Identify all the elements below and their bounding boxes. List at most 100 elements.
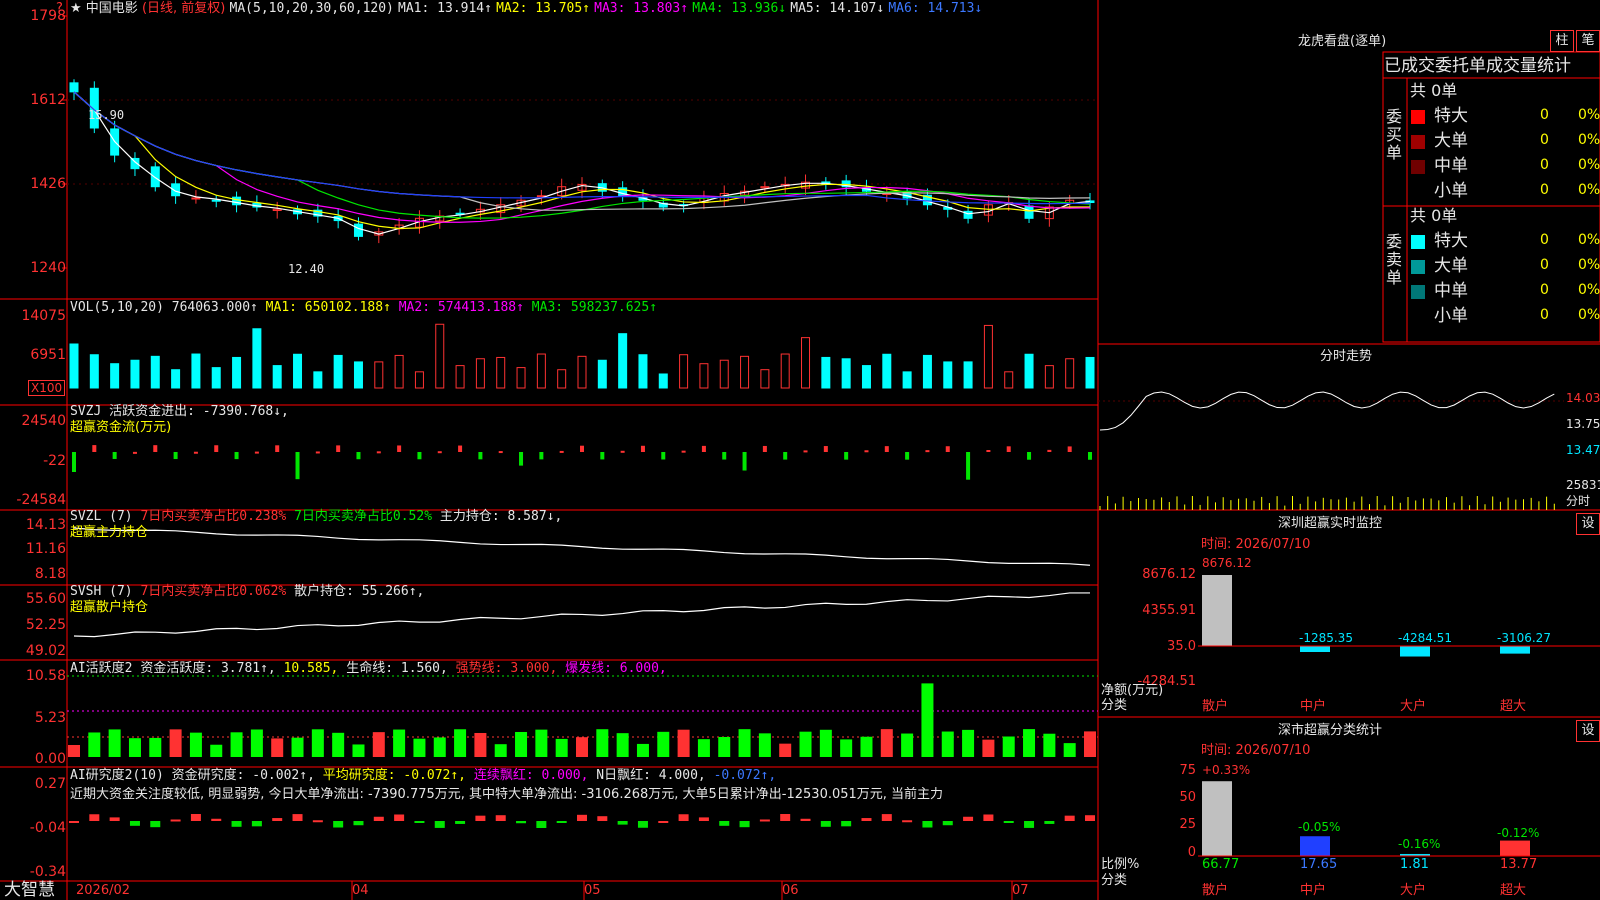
svsh-tick: 49.02 bbox=[25, 643, 66, 659]
activity-bar bbox=[555, 738, 568, 757]
activity-bar bbox=[1063, 743, 1076, 757]
sz-monitor-settings-button[interactable]: 设 bbox=[1576, 513, 1600, 535]
svzl-header: SVZL (7) 7日内买卖净占比0.238% 7日内买卖净占比0.52% 主力… bbox=[70, 509, 563, 524]
sell-row-swatch bbox=[1411, 235, 1425, 249]
research-bar bbox=[89, 814, 100, 821]
volume-bar bbox=[760, 369, 770, 389]
class-ratio-bar bbox=[1300, 836, 1330, 856]
volume-bar bbox=[333, 354, 343, 389]
buy-row-pct: 0% bbox=[1578, 182, 1600, 198]
activity-bar bbox=[494, 744, 507, 757]
sz-class-settings-button[interactable]: 设 bbox=[1576, 720, 1600, 742]
intraday-unit: 分时 bbox=[1566, 494, 1591, 508]
volume-bar bbox=[69, 343, 79, 389]
activity-bar bbox=[1084, 731, 1096, 757]
volume-bar bbox=[536, 353, 546, 389]
flow-bar bbox=[1006, 446, 1011, 452]
main-chart-canvas[interactable] bbox=[0, 0, 1600, 900]
research-bar bbox=[922, 821, 933, 828]
svzj-tick: 24540 bbox=[21, 413, 66, 429]
flow-bar bbox=[803, 450, 808, 453]
ai-active-tick: 10.58 bbox=[25, 668, 66, 684]
flow-bar bbox=[925, 450, 930, 453]
volume-bar bbox=[861, 365, 871, 389]
research-bar bbox=[190, 814, 201, 821]
flow-bar bbox=[193, 451, 198, 454]
activity-bar bbox=[819, 729, 832, 757]
research-bar bbox=[353, 821, 364, 826]
research-bar bbox=[637, 821, 648, 828]
research-bar bbox=[292, 814, 303, 821]
sz-monitor-value: -3106.27 bbox=[1497, 631, 1551, 645]
activity-bar bbox=[454, 729, 467, 757]
volume-bar bbox=[1044, 365, 1054, 389]
activity-bar bbox=[149, 737, 162, 757]
svzl-tick: 14.13 bbox=[25, 517, 66, 533]
sz-monitor-value: 8676.12 bbox=[1202, 556, 1252, 570]
volume-bar bbox=[150, 355, 160, 389]
flow-bar bbox=[539, 452, 544, 460]
stock-name[interactable]: 中国电影 bbox=[86, 1, 138, 16]
activity-bar bbox=[271, 738, 284, 757]
volume-bar bbox=[922, 354, 932, 389]
sell-row-swatch bbox=[1411, 310, 1425, 324]
activity-bar bbox=[962, 729, 975, 757]
buy-row-name: 小单 bbox=[1434, 181, 1468, 201]
ai-active-tick: 5.23 bbox=[34, 710, 66, 726]
volume-bar bbox=[983, 324, 993, 389]
flow-bar bbox=[1047, 449, 1052, 452]
price-tick: 1612 bbox=[30, 92, 66, 108]
research-bar bbox=[597, 816, 608, 821]
intraday-price-line bbox=[1099, 391, 1555, 431]
vol-tick: 14075 bbox=[21, 308, 66, 324]
svzl-tick: 11.16 bbox=[25, 541, 66, 557]
star-icon: ★ bbox=[70, 1, 82, 16]
flow-bar bbox=[742, 452, 747, 471]
research-bar bbox=[109, 817, 120, 821]
candle-body bbox=[150, 166, 160, 188]
sz-class-tick: 50 bbox=[1179, 790, 1196, 805]
activity-bar bbox=[515, 731, 528, 757]
date-tick: 07 bbox=[1012, 883, 1029, 898]
activity-bar bbox=[352, 744, 365, 757]
vol-unit-badge[interactable]: X100 bbox=[28, 380, 66, 396]
sz-monitor-title: 深圳超赢实时监控 bbox=[1278, 516, 1383, 531]
ai-active-header: AI活跃度2 资金活跃度: 3.781↑, 10.585, 生命线: 1.560… bbox=[70, 661, 667, 676]
buy-row-count: 0 bbox=[1540, 107, 1549, 123]
activity-bar bbox=[169, 729, 182, 757]
sz-class-tick: 25 bbox=[1179, 817, 1196, 832]
research-bar bbox=[983, 814, 994, 821]
activity-bar bbox=[677, 729, 690, 757]
research-bar bbox=[698, 817, 709, 821]
volume-bar bbox=[171, 369, 181, 389]
flow-bar bbox=[823, 446, 828, 452]
research-bar bbox=[150, 821, 161, 828]
flow-bar bbox=[661, 452, 666, 460]
volume-bar bbox=[638, 354, 648, 389]
date-tick: 06 bbox=[782, 883, 799, 898]
tick-view-tab[interactable]: 笔 bbox=[1576, 30, 1600, 52]
buy-row-swatch bbox=[1411, 110, 1425, 124]
bar-view-tab[interactable]: 柱 bbox=[1550, 30, 1574, 52]
ma6-value: MA6: 14.713↓ bbox=[888, 1, 983, 16]
sell-row-name: 中单 bbox=[1434, 281, 1468, 301]
volume-bar bbox=[1024, 353, 1034, 389]
flow-bar bbox=[92, 445, 97, 452]
flow-bar bbox=[783, 452, 788, 460]
class-ratio-bar bbox=[1202, 781, 1232, 856]
volume-bar bbox=[475, 358, 485, 389]
sell-row-count: 0 bbox=[1540, 257, 1549, 273]
high-annotation: 15.90 bbox=[88, 108, 125, 122]
research-bar bbox=[129, 821, 140, 826]
flow-bar bbox=[580, 445, 584, 452]
svzl-tick: 8.18 bbox=[34, 566, 66, 582]
brand-logo: 大智慧 bbox=[4, 880, 55, 900]
flow-bar bbox=[376, 451, 381, 454]
volume-bar bbox=[780, 353, 790, 389]
volume-bar bbox=[963, 361, 973, 389]
vol-tick: 6951 bbox=[30, 347, 66, 363]
flow-bar bbox=[864, 450, 869, 453]
activity-bar bbox=[697, 739, 710, 757]
sell-row-pct: 0% bbox=[1578, 232, 1600, 248]
flow-bar bbox=[884, 446, 889, 452]
